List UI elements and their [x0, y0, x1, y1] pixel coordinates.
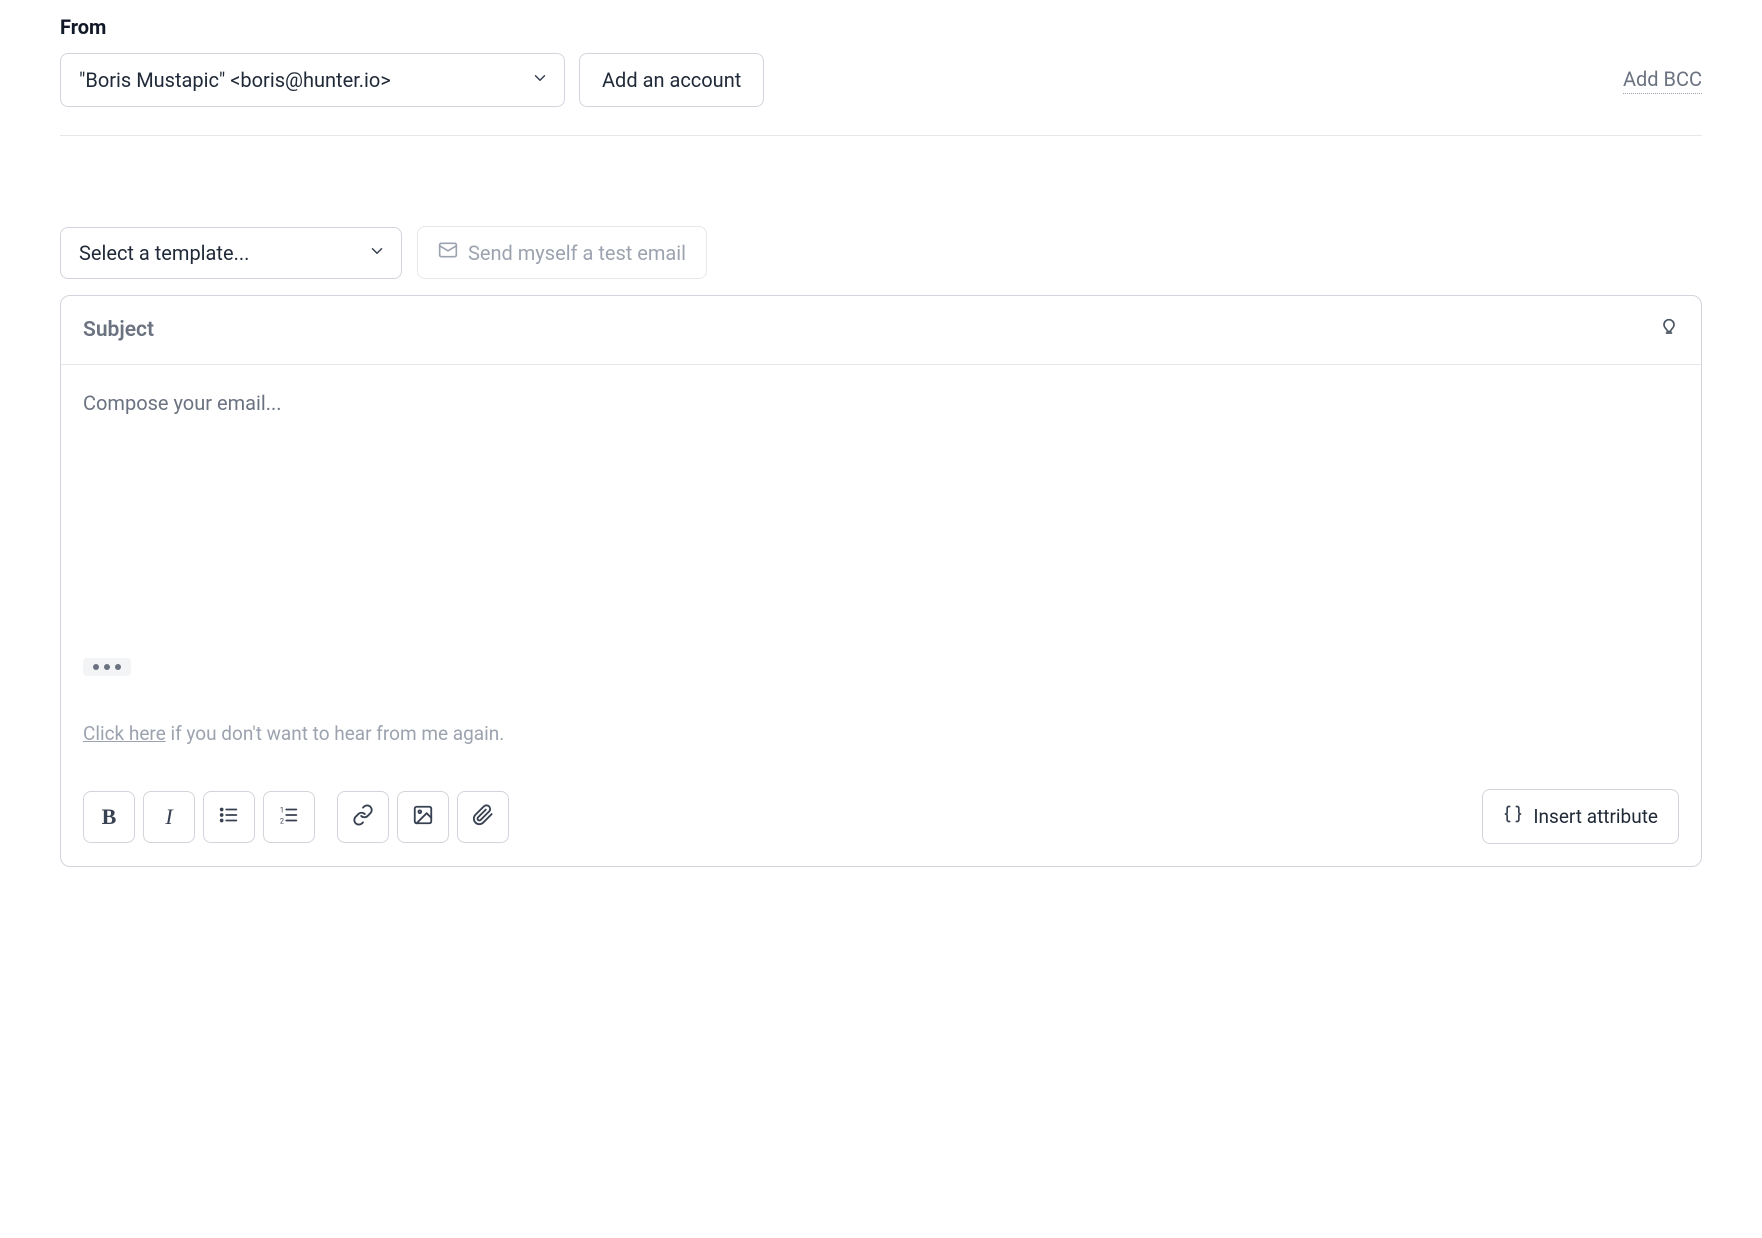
editor-toolbar: B I 12	[83, 789, 1679, 844]
image-icon	[412, 804, 434, 830]
send-test-email-label: Send myself a test email	[468, 241, 686, 265]
subject-input[interactable]	[83, 318, 1659, 342]
paperclip-icon	[472, 804, 494, 830]
from-row: "Boris Mustapic" <boris@hunter.io> Add a…	[60, 53, 1702, 107]
bold-button[interactable]: B	[83, 791, 135, 843]
from-select-wrapper: "Boris Mustapic" <boris@hunter.io>	[60, 53, 565, 107]
template-row: Select a template... Send myself a test …	[60, 226, 1702, 279]
link-icon	[352, 804, 374, 830]
add-account-button[interactable]: Add an account	[579, 53, 764, 107]
italic-icon: I	[165, 804, 172, 830]
from-label: From	[60, 15, 1702, 39]
lightbulb-icon[interactable]	[1659, 318, 1679, 342]
subject-row	[61, 296, 1701, 365]
numbered-list-icon: 12	[278, 804, 300, 830]
divider	[60, 135, 1702, 136]
insert-attribute-button[interactable]: Insert attribute	[1482, 789, 1679, 844]
bold-icon: B	[102, 804, 117, 830]
svg-text:2: 2	[280, 816, 284, 825]
braces-icon	[1503, 804, 1523, 829]
bullet-list-button[interactable]	[203, 791, 255, 843]
from-account-select[interactable]: "Boris Mustapic" <boris@hunter.io>	[60, 53, 565, 107]
image-button[interactable]	[397, 791, 449, 843]
numbered-list-button[interactable]: 12	[263, 791, 315, 843]
attachment-button[interactable]	[457, 791, 509, 843]
template-select-wrapper: Select a template...	[60, 227, 402, 279]
link-button[interactable]	[337, 791, 389, 843]
template-select[interactable]: Select a template...	[60, 227, 402, 279]
italic-button[interactable]: I	[143, 791, 195, 843]
expand-signature-button[interactable]	[83, 658, 131, 676]
email-editor: Click here if you don't want to hear fro…	[60, 295, 1702, 867]
compose-area: Click here if you don't want to hear fro…	[61, 365, 1701, 866]
compose-textarea[interactable]	[83, 391, 1679, 651]
add-bcc-link[interactable]: Add BCC	[1623, 67, 1702, 94]
envelope-icon	[438, 240, 458, 265]
unsubscribe-tail: if you don't want to hear from me again.	[166, 722, 504, 745]
unsubscribe-link[interactable]: Click here	[83, 722, 166, 745]
send-test-email-button[interactable]: Send myself a test email	[417, 226, 707, 279]
unsubscribe-line: Click here if you don't want to hear fro…	[83, 722, 1679, 745]
insert-attribute-label: Insert attribute	[1533, 805, 1658, 828]
svg-text:1: 1	[280, 805, 284, 814]
bullet-list-icon	[218, 804, 240, 830]
